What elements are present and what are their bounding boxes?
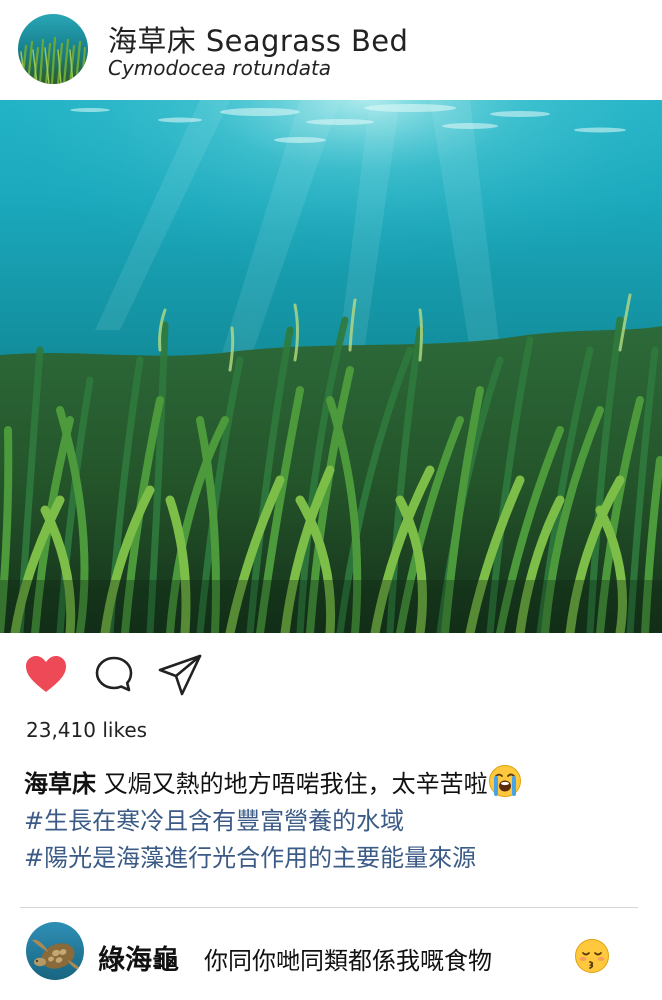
caption-username[interactable]: 海草床 xyxy=(24,770,96,798)
comment-icon[interactable] xyxy=(90,650,138,698)
commenter-username[interactable]: 綠海龜 xyxy=(98,938,179,977)
loudly-crying-face-icon xyxy=(488,765,521,797)
caption-text: 又焗又熱的地方唔啱我住，太辛苦啦 xyxy=(96,770,488,798)
post-caption: 海草床 又焗又熱的地方唔啱我住，太辛苦啦 #生長在寒冷且含有豐富營養的水域 #陽… xyxy=(24,764,654,877)
heart-icon[interactable] xyxy=(22,650,70,698)
profile-username[interactable]: 海草床 Seagrass Bed xyxy=(108,18,408,60)
kissing-face-icon xyxy=(575,939,609,973)
post-image[interactable] xyxy=(0,100,662,633)
commenter-avatar[interactable] xyxy=(26,922,84,980)
hashtag-link[interactable]: #陽光是海藻進行光合作用的主要能量來源 xyxy=(24,840,654,877)
post-actions xyxy=(0,650,662,702)
comment-text: 你同你哋同類都係我嘅食物 xyxy=(204,947,492,975)
post-header: 海草床 Seagrass Bed Cymodocea rotundata xyxy=(0,0,662,100)
likes-count[interactable]: 23,410 likes xyxy=(26,718,147,742)
profile-subtitle: Cymodocea rotundata xyxy=(108,56,332,80)
comment-row: 綠海龜 你同你哋同類都係我嘅食物 xyxy=(0,918,662,998)
profile-avatar[interactable] xyxy=(18,14,88,84)
hashtag-link[interactable]: #生長在寒冷且含有豐富營養的水域 xyxy=(24,803,654,840)
divider xyxy=(20,907,638,908)
share-icon[interactable] xyxy=(156,650,204,698)
